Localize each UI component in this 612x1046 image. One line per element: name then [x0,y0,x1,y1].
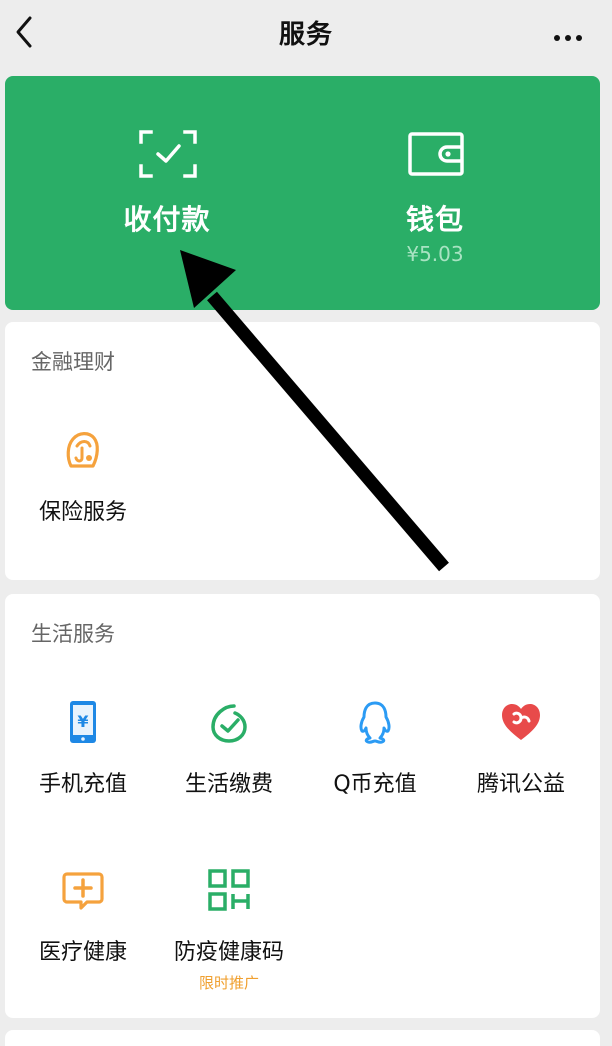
wallet-button[interactable]: 钱包 ¥5.03 [295,76,575,310]
utility-payment-icon [207,700,251,744]
service-qcoin-recharge[interactable]: Q币充值 [302,700,448,798]
service-phone-recharge[interactable]: ¥ 手机充值 [10,700,156,798]
life-section: 生活服务 ¥ 手机充值 生活缴费 Q币充值 腾讯公益 医疗健康 防疫健康码 限时… [5,594,600,1018]
svg-text:¥: ¥ [77,712,88,731]
receive-pay-label: 收付款 [123,203,211,236]
section-title-life: 生活服务 [31,622,115,646]
receive-pay-button[interactable]: 收付款 [27,76,307,310]
qr-code-icon [207,868,251,912]
service-utility-payment[interactable]: 生活缴费 [156,700,302,798]
scan-check-icon [139,130,197,178]
wallet-icon [407,130,465,178]
section-title-finance: 金融理财 [31,350,115,374]
service-tencent-charity[interactable]: 腾讯公益 [448,700,594,798]
promo-tag: 限时推广 [198,974,259,992]
qq-penguin-icon [353,700,397,744]
more-dots-icon[interactable] [554,26,588,41]
wallet-balance: ¥5.03 [406,242,464,266]
phone-recharge-icon: ¥ [61,700,105,744]
service-label: 防疫健康码 [173,940,284,965]
service-label: 腾讯公益 [476,772,565,797]
pay-card: 收付款 钱包 ¥5.03 [5,76,600,310]
charity-heart-icon [499,700,543,744]
service-label: Q币充值 [333,772,417,797]
finance-section: 金融理财 保险服务 [5,322,600,580]
service-label: 手机充值 [38,772,127,797]
service-health-code[interactable]: 防疫健康码 限时推广 [156,868,302,993]
next-section [5,1030,600,1046]
service-medical[interactable]: 医疗健康 [10,868,156,966]
page-title: 服务 [278,20,333,50]
service-label: 生活缴费 [184,772,273,797]
nav-bar: 服务 [0,0,612,64]
services-page: 服务 收付款 钱包 ¥5.03 金融理财 保险服务 生活服务 ¥ 手机充值 生活… [0,0,612,1046]
service-label: 医疗健康 [38,940,127,965]
service-label: 保险服务 [38,500,127,525]
wallet-label: 钱包 [405,203,464,236]
medical-icon [61,868,105,912]
insurance-icon [61,428,105,472]
service-insurance[interactable]: 保险服务 [10,428,156,526]
